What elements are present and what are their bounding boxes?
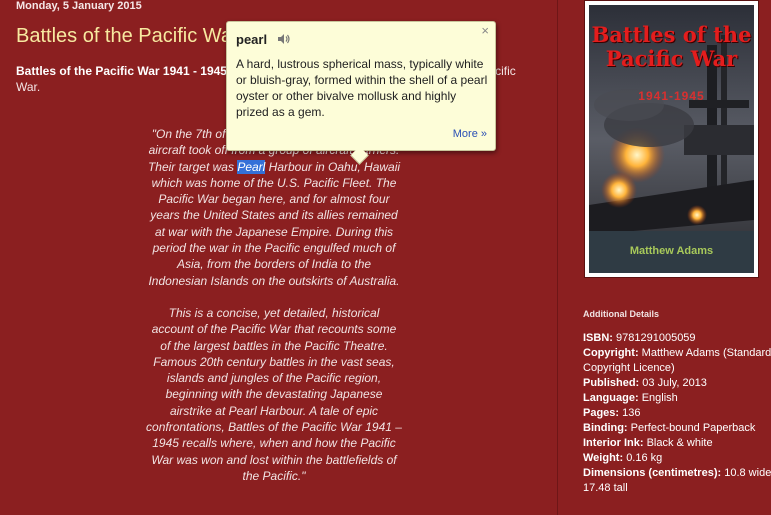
details-heading: Additional Details — [583, 309, 660, 319]
detail-label: Weight: — [583, 452, 624, 464]
detail-value: Perfect-bound Paperback — [630, 422, 756, 434]
detail-label: Published: — [583, 377, 640, 389]
detail-label: Pages: — [583, 407, 620, 419]
close-icon[interactable]: × — [481, 23, 489, 38]
cover-title: Battles of the Pacific War — [589, 23, 754, 71]
intro-bold-title: Battles of the Pacific War 1941 - 1945 — [16, 64, 227, 78]
detail-row-dimensions: Dimensions (centimetres): 10.8 wide x 17… — [583, 466, 771, 496]
post-date: Monday, 5 January 2015 — [16, 0, 142, 12]
popup-word: pearl — [236, 32, 268, 47]
column-divider — [557, 0, 558, 515]
detail-label: Language: — [583, 392, 639, 404]
dictionary-popup: pearl × A hard, lustrous spherical mass,… — [226, 21, 496, 165]
detail-label: ISBN: — [583, 332, 613, 344]
detail-row-language: Language: English — [583, 391, 771, 406]
blurb-paragraph-2: This is a concise, yet detailed, histori… — [146, 305, 402, 483]
detail-row-copyright: Copyright: Matthew Adams (Standard Copyr… — [583, 346, 771, 376]
blurb-text-after: Harbour in Oahu, Hawaii which was home o… — [148, 159, 401, 288]
detail-value: 9781291005059 — [616, 332, 696, 344]
speaker-icon[interactable] — [277, 32, 291, 46]
detail-row-interior-ink: Interior Ink: Black & white — [583, 436, 771, 451]
detail-row-pages: Pages: 136 — [583, 406, 771, 421]
detail-value: 136 — [622, 407, 641, 419]
more-link[interactable]: More » — [453, 128, 487, 140]
cover-title-line-2: Pacific War — [605, 46, 738, 71]
book-cover-image: Battles of the Pacific War 1941-1945 Mat… — [589, 5, 754, 273]
detail-row-weight: Weight: 0.16 kg — [583, 451, 771, 466]
detail-value: Black & white — [646, 437, 713, 449]
cover-title-line-1: Battles of the — [591, 22, 752, 47]
detail-label: Dimensions (centimetres): — [583, 467, 722, 479]
detail-label: Binding: — [583, 422, 628, 434]
detail-row-isbn: ISBN: 9781291005059 — [583, 331, 771, 346]
book-details-list: ISBN: 9781291005059 Copyright: Matthew A… — [583, 331, 771, 496]
book-cover-frame[interactable]: Battles of the Pacific War 1941-1945 Mat… — [584, 0, 759, 278]
detail-row-published: Published: 03 July, 2013 — [583, 376, 771, 391]
detail-value: English — [641, 392, 678, 404]
cover-author: Matthew Adams — [629, 245, 714, 257]
highlighted-word[interactable]: Pearl — [237, 159, 266, 174]
popup-definition: A hard, lustrous spherical mass, typical… — [236, 57, 488, 119]
detail-value: 03 July, 2013 — [642, 377, 707, 389]
book-blurb: "On the 7th of December 1941, 353 Japane… — [146, 126, 402, 500]
detail-label: Copyright: — [583, 347, 639, 359]
detail-label: Interior Ink: — [583, 437, 644, 449]
cover-years: 1941-1945 — [638, 89, 705, 103]
detail-value: 0.16 kg — [626, 452, 663, 464]
detail-row-binding: Binding: Perfect-bound Paperback — [583, 421, 771, 436]
